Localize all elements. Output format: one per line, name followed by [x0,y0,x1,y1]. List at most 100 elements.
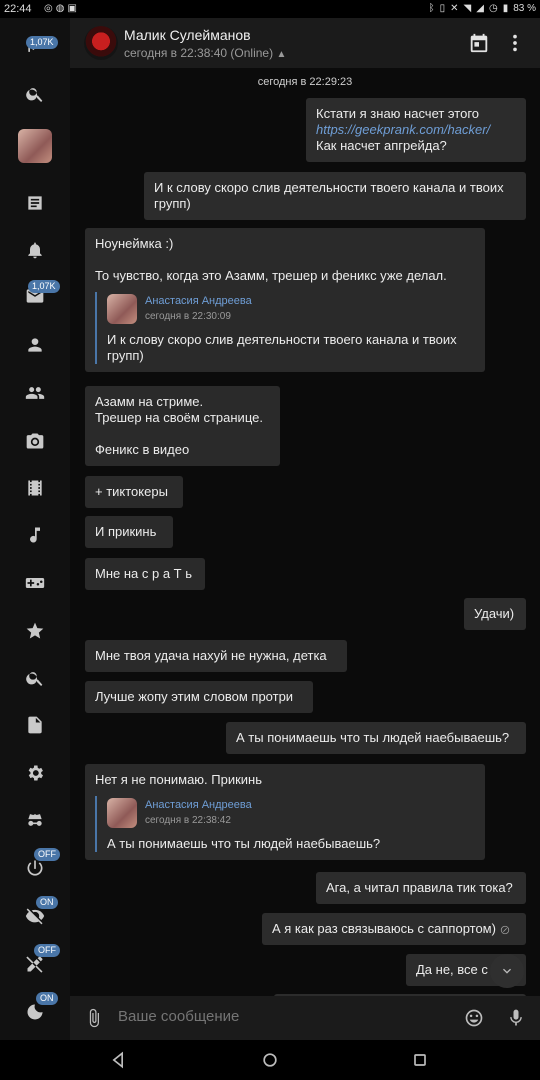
forwarded-author[interactable]: Анастасия Андреева [145,293,252,309]
bell-icon [28,242,42,259]
message-input[interactable] [118,1008,448,1025]
message-bubble[interactable]: Ага, а читал правила тик тока? [316,872,526,904]
message-bubble[interactable]: И к слову скоро слив деятельности твоего… [144,172,526,220]
message-bubble[interactable]: Лучше жопу этим словом протри [85,681,313,713]
message-bubble[interactable]: + тиктокеры [85,476,183,508]
square-recents-icon [414,1054,426,1066]
eye-off-icon [25,908,45,925]
forwarded-time: сегодня в 22:38:42 [145,815,231,826]
triangle-back-icon [112,1051,123,1069]
message-composer [70,996,540,1040]
message-bubble[interactable]: Азамм на стриме. Трешер на своём страниц… [85,386,280,466]
scroll-down-button[interactable] [490,954,524,988]
sidebar-documents[interactable] [0,705,70,745]
message-bubble[interactable]: Мне на с р а Т ь [85,558,205,590]
forwarded-author[interactable]: Анастасия Андреева [145,797,252,813]
message-bubble[interactable]: И прикинь [85,516,173,548]
star-icon [26,622,44,639]
sidebar-toggle-read[interactable]: ON [0,896,70,936]
sidebar-messages[interactable]: 1,07K [0,276,70,316]
circle-home-icon [263,1053,277,1067]
message-list[interactable]: сегодня в 22:29:23 Кстати я знаю насчет … [70,68,540,996]
message-bubble[interactable]: Кстати я знаю насчет этого https://geekp… [306,98,526,162]
sidebar-search[interactable] [0,74,70,114]
avatar [18,129,52,163]
search-icon [26,88,43,102]
forwarded-avatar [107,798,137,828]
message-bubble[interactable]: Удачи) [464,598,526,630]
sidebar-notifications[interactable] [0,230,70,270]
forwarded-message[interactable]: Анастасия Андреева сегодня в 22:30:09 И к … [95,292,475,364]
smile-icon [465,1009,483,1027]
film-icon [28,480,42,496]
attach-button[interactable] [84,1008,104,1028]
wifi-icon: ◥ [463,3,472,14]
incognito-icon [28,814,42,826]
voice-button[interactable] [506,1008,526,1028]
sidebar-toggle-night[interactable]: ON [0,992,70,1032]
sidebar-photos[interactable] [0,421,70,461]
battery-percent: 83 % [513,3,536,14]
status-time: 22:44 [4,3,32,15]
sidebar-friends[interactable] [0,325,70,365]
message-bubble[interactable]: Нет я не понимаю. Прикинь Анастасия Андре… [85,764,485,860]
sidebar-videos[interactable] [0,468,70,508]
whatsapp-icon: ◎ [44,3,53,14]
microphone-icon [510,1009,522,1026]
nav-home-button[interactable] [260,1050,280,1070]
forwarded-time: сегодня в 22:30:09 [145,311,231,322]
newspaper-icon [28,196,42,210]
signal-icon: ◢ [476,3,484,14]
search-icon [26,672,43,686]
contact-name[interactable]: Малик Сулейманов [124,27,251,43]
toggle-badge: OFF [34,848,60,861]
status-bar: 22:44 ◎ ◍ ▣ ᛒ ▯ ✕ ◥ ◢ ◷ ▮ 83 % [0,0,540,18]
toggle-badge: ON [36,896,58,909]
moon-icon [27,1004,43,1020]
contact-avatar[interactable] [84,26,118,60]
message-bubble[interactable]: А я как раз связываюсь с саппортом) [262,913,526,945]
more-button[interactable] [504,32,526,54]
edited-icon [500,925,510,934]
alarm-icon: ◷ [488,3,498,14]
date-separator: сегодня в 22:29:23 [257,76,353,88]
gamepad-icon [25,578,45,588]
system-nav-bar [0,1040,540,1080]
power-icon [27,860,43,876]
person-icon [28,338,42,352]
sidebar-search-2[interactable] [0,658,70,698]
message-bubble[interactable]: Ноунеймка :) То чувство, когда это Азамм… [85,228,485,372]
nav-recents-button[interactable] [410,1050,430,1070]
gear-icon [28,765,43,781]
forwarded-text: И к слову скоро слив деятельности твоего… [107,332,461,363]
mute-icon: ✕ [450,3,459,14]
message-link[interactable]: https://geekprank.com/hacker/ [316,122,490,137]
sidebar-profile[interactable] [0,126,70,166]
battery-icon: ▮ [502,3,509,14]
sidebar-news[interactable] [0,183,70,223]
sidebar-toggle-online[interactable]: OFF [0,848,70,888]
nav-back-button[interactable] [108,1050,128,1070]
more-vertical-icon [513,34,517,52]
sidebar-settings[interactable] [0,753,70,793]
message-bubble[interactable]: А ты понимаешь что ты людей наебываешь? [226,722,526,754]
calendar-button[interactable] [468,32,490,54]
sidebar-incognito[interactable] [0,800,70,840]
sidebar-bookmarks[interactable] [0,611,70,651]
android-icon: ▲ [276,49,287,60]
toggle-badge: ON [36,992,58,1005]
sidebar-groups[interactable] [0,373,70,413]
forwarded-message[interactable]: Анастасия Андреева сегодня в 22:38:42 А ты… [95,796,475,852]
document-icon [28,716,42,734]
message-bubble[interactable]: Мне твоя удача нахуй не нужна, детка [85,640,347,672]
sidebar-toggle-typing[interactable]: OFF [0,944,70,984]
forwarded-avatar [107,294,137,324]
back-badge: 1,07K [26,36,58,49]
back-button[interactable]: 1,07K [0,26,70,66]
camera-icon [26,433,44,449]
emoji-button[interactable] [464,1008,484,1028]
sidebar-music[interactable] [0,515,70,555]
toggle-badge: OFF [34,944,60,957]
sidebar-games[interactable] [0,563,70,603]
music-icon [30,527,40,543]
